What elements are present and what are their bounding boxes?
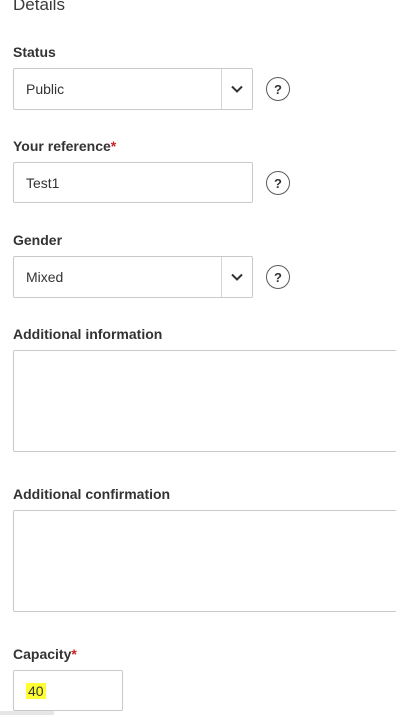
status-select[interactable]: Public	[13, 68, 253, 110]
gender-select[interactable]: Mixed	[13, 256, 253, 298]
additional-confirmation-textarea[interactable]	[13, 510, 396, 612]
additional-information-label: Additional information	[13, 326, 162, 342]
capacity-label: Capacity*	[13, 646, 77, 662]
status-label: Status	[13, 44, 56, 60]
reference-label-text: Your reference	[13, 138, 111, 154]
gender-help-icon[interactable]: ?	[266, 265, 290, 289]
reference-label: Your reference*	[13, 138, 116, 154]
additional-information-label-text: Additional information	[13, 326, 163, 342]
required-marker: *	[71, 646, 77, 662]
chevron-down-icon[interactable]	[222, 69, 252, 109]
status-select-value: Public	[26, 81, 65, 97]
reference-input-value: Test1	[26, 174, 60, 191]
capacity-input[interactable]: 40	[13, 670, 123, 711]
section-title: Details	[13, 0, 65, 14]
chevron-down-icon[interactable]	[222, 257, 252, 297]
gender-select-value: Mixed	[26, 269, 64, 285]
required-marker: *	[110, 138, 117, 154]
status-label-text: Status	[13, 44, 56, 60]
additional-confirmation-label-text: Additional confirmation	[13, 486, 171, 502]
additional-information-textarea[interactable]	[13, 350, 396, 452]
scroll-shadow	[0, 711, 54, 715]
details-form: Details Status Public ? Your reference* …	[0, 0, 396, 715]
capacity-input-value: 40	[26, 671, 46, 710]
gender-label-text: Gender	[13, 232, 63, 248]
capacity-highlighted-value: 40	[26, 682, 46, 699]
capacity-label-text: Capacity	[13, 646, 72, 662]
gender-label: Gender	[13, 232, 62, 248]
reference-help-icon[interactable]: ?	[266, 171, 290, 195]
status-help-icon[interactable]: ?	[266, 77, 290, 101]
reference-input[interactable]: Test1	[13, 162, 253, 203]
additional-confirmation-label: Additional confirmation	[13, 486, 170, 502]
